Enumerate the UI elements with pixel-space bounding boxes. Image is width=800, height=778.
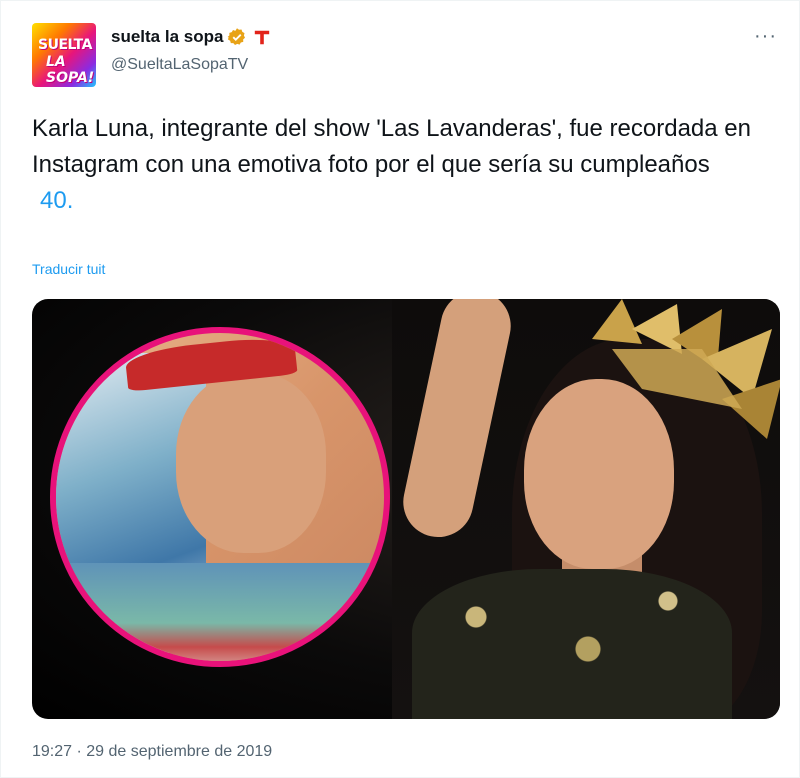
translate-tweet-link[interactable]: Traducir tuit [32,261,105,277]
tweet-number-link[interactable]: 40. [40,183,772,219]
tweet-text: Karla Luna, integrante del show 'Las Lav… [32,111,772,219]
inset-circle-photo [50,327,390,667]
tweet-timestamp[interactable]: 19:27 · 29 de septiembre de 2019 [32,743,272,761]
author-display-name[interactable]: suelta la sopa [111,27,223,47]
smiling-face [176,373,326,553]
author-handle[interactable]: @SueltaLaSopaTV [111,56,248,74]
avatar-logo-text-top: SUELTA [38,37,92,53]
more-options-icon[interactable]: ··· [754,25,777,48]
raised-arm [396,299,518,544]
avatar-logo-text-bottom: LA SOPA! [46,54,95,86]
tweet-card: SUELTA LA SOPA! suelta la sopa @SueltaLa… [0,0,800,778]
telemundo-logo-icon [253,28,271,46]
author-avatar[interactable]: SUELTA LA SOPA! [32,23,96,87]
author-name-row[interactable]: suelta la sopa [111,27,271,47]
tweet-media-image[interactable] [32,299,780,719]
portrait-photo [392,299,780,719]
gold-crown-icon [592,299,780,439]
tweet-body: Karla Luna, integrante del show 'Las Lav… [32,115,751,178]
verified-badge-icon [227,27,247,47]
pillow [56,563,384,661]
floral-dress [412,569,732,719]
